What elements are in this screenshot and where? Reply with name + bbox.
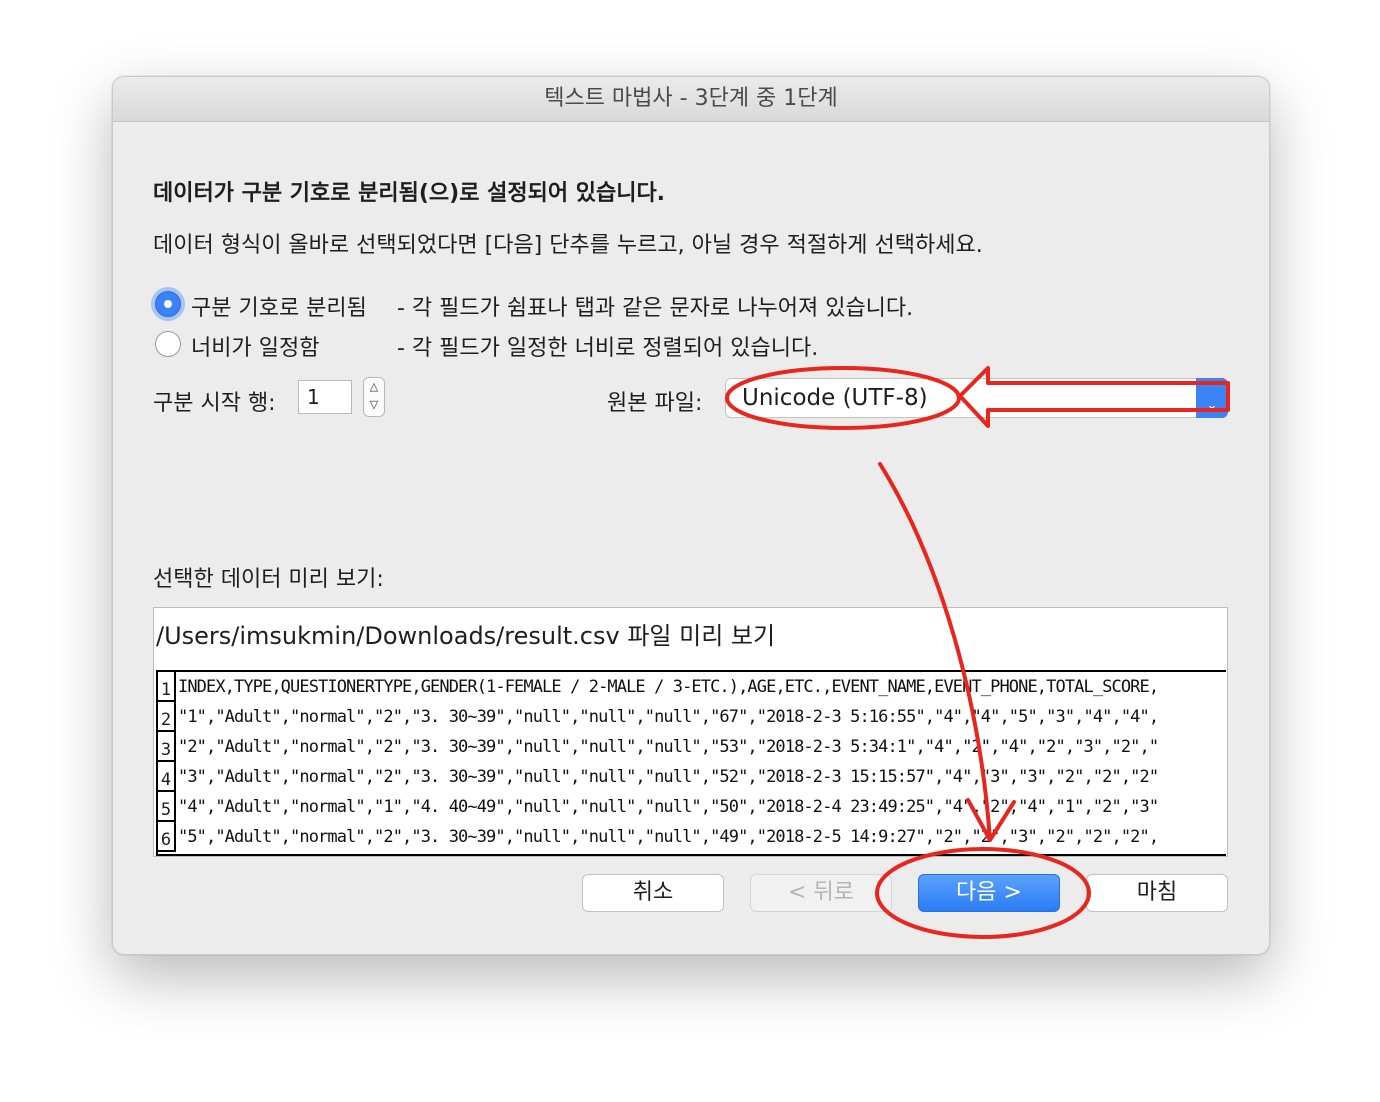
row-content: "1","Adult","normal","2","3. 30~39","nul… [178,707,1159,727]
row-content: "2","Adult","normal","2","3. 30~39","nul… [178,737,1159,757]
preview-row: 1 INDEX,TYPE,QUESTIONERTYPE,GENDER(1-FEM… [158,672,1226,702]
row-number: 1 [158,672,176,702]
select-chevron-icon[interactable]: ⌃ ⌄ [1196,378,1228,418]
row-number: 5 [158,792,176,822]
preview-row: 4 "3","Adult","normal","2","3. 30~39","n… [158,762,1226,792]
stepper-down-icon[interactable]: ▽ [364,396,384,414]
preview-title: /Users/imsukmin/Downloads/result.csv 파일 … [156,622,776,650]
back-button[interactable]: < 뒤로 [750,874,892,912]
radio-label-fixed-width[interactable]: 너비가 일정함 [191,330,319,362]
radio-description-delimited: - 각 필드가 쉼표나 탭과 같은 문자로 나누어져 있습니다. [397,296,914,321]
cancel-button[interactable]: 취소 [582,874,724,912]
row-content: "3","Adult","normal","2","3. 30~39","nul… [178,767,1159,787]
row-content: INDEX,TYPE,QUESTIONERTYPE,GENDER(1-FEMAL… [178,677,1159,697]
row-number: 6 [158,822,176,852]
instruction-heading: 데이터가 구분 기호로 분리됨(으)로 설정되어 있습니다. [153,181,666,206]
radio-button-fixed-width[interactable] [155,331,181,357]
preview-label: 선택한 데이터 미리 보기: [153,567,384,592]
preview-grid[interactable]: 1 INDEX,TYPE,QUESTIONERTYPE,GENDER(1-FEM… [156,670,1226,856]
row-number: 3 [158,732,176,762]
preview-row: 5 "4","Adult","normal","1","4. 40~49","n… [158,792,1226,822]
radio-label-delimited[interactable]: 구분 기호로 분리됨 [191,290,367,322]
window-title: 텍스트 마법사 - 3단계 중 1단계 [113,77,1269,122]
preview-row: 3 "2","Adult","normal","2","3. 30~39","n… [158,732,1226,762]
row-content: "5","Adult","normal","2","3. 30~39","nul… [178,827,1159,847]
next-button[interactable]: 다음 > [918,874,1060,912]
radio-description-fixed-width: - 각 필드가 일정한 너비로 정렬되어 있습니다. [397,336,819,361]
instruction-subtext: 데이터 형식이 올바로 선택되었다면 [다음] 단추를 누르고, 아닐 경우 적… [153,233,983,258]
preview-row: 2 "1","Adult","normal","2","3. 30~39","n… [158,702,1226,732]
preview-row: 6 "5","Adult","normal","2","3. 30~39","n… [158,822,1226,852]
origin-select-value: Unicode (UTF-8) [742,385,928,411]
start-row-input[interactable]: 1 [298,380,352,414]
text-wizard-dialog: 텍스트 마법사 - 3단계 중 1단계 데이터가 구분 기호로 분리됨(으)로 … [112,76,1270,955]
radio-button-delimited[interactable] [155,291,181,317]
origin-select[interactable]: Unicode (UTF-8) ⌃ ⌄ [725,378,1228,418]
preview-panel: /Users/imsukmin/Downloads/result.csv 파일 … [153,607,1228,857]
row-content: "4","Adult","normal","1","4. 40~49","nul… [178,797,1159,817]
row-number: 2 [158,702,176,732]
finish-button[interactable]: 마침 [1086,874,1228,912]
origin-label: 원본 파일: [607,391,703,416]
stepper-up-icon[interactable]: △ [364,378,384,396]
row-number: 4 [158,762,176,792]
start-row-stepper[interactable]: △ ▽ [363,377,385,417]
start-row-label: 구분 시작 행: [153,391,276,416]
